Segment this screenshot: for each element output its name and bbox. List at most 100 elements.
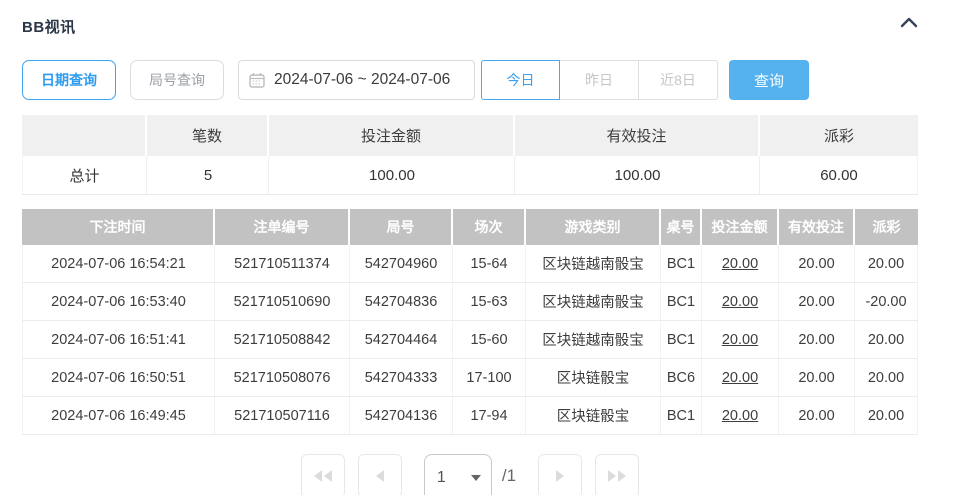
payout-cell: 20.00	[855, 359, 918, 396]
header-table-no: 桌号	[661, 209, 702, 245]
header-order-no: 注单编号	[215, 209, 350, 245]
date-range-value: 2024-07-06 ~ 2024-07-06	[274, 71, 450, 89]
bet-amount-link[interactable]: 20.00	[702, 359, 779, 396]
bet-amount-link[interactable]: 20.00	[702, 283, 779, 320]
order-no-cell: 521710510690	[215, 283, 350, 320]
today-button[interactable]: 今日	[481, 60, 560, 100]
valid-bet-cell: 20.00	[779, 283, 855, 320]
calendar-icon	[249, 72, 265, 88]
double-left-arrow-icon	[314, 470, 322, 482]
session-cell: 15-64	[453, 245, 526, 282]
summary-table: 笔数 投注金额 有效投注 派彩 总计 5 100.00 100.00 60.00	[22, 115, 918, 195]
table-row: 2024-07-06 16:51:41521710508842542704464…	[22, 321, 918, 359]
summary-count-value: 5	[147, 156, 269, 194]
right-arrow-icon	[556, 470, 564, 482]
session-cell: 17-94	[453, 397, 526, 434]
previous-page-button[interactable]	[358, 454, 402, 495]
date-range-input[interactable]: 2024-07-06 ~ 2024-07-06	[238, 60, 475, 100]
header-payout: 派彩	[855, 209, 918, 245]
header-round-no: 局号	[350, 209, 453, 245]
panel-header: BB视讯	[22, 16, 965, 36]
query-button[interactable]: 查询	[729, 60, 809, 100]
left-arrow-icon	[376, 470, 384, 482]
header-valid-bet: 有效投注	[779, 209, 855, 245]
payout-cell: 20.00	[855, 397, 918, 434]
game-type-cell: 区块链越南骰宝	[526, 321, 661, 358]
round-no-cell: 542704960	[350, 245, 453, 282]
bet-time-cell: 2024-07-06 16:49:45	[22, 397, 215, 434]
summary-header-payout: 派彩	[760, 115, 918, 156]
summary-valid-bet-value: 100.00	[515, 156, 760, 194]
double-right-arrow-icon	[608, 470, 616, 482]
header-session: 场次	[453, 209, 526, 245]
bet-records-table: 下注时间 注单编号 局号 场次 游戏类别 桌号 投注金额 有效投注 派彩 202…	[22, 209, 918, 435]
valid-bet-cell: 20.00	[779, 245, 855, 282]
session-cell: 15-63	[453, 283, 526, 320]
summary-total-label: 总计	[22, 156, 147, 194]
table-no-cell: BC1	[661, 397, 702, 434]
page-select-value: 1	[437, 469, 471, 487]
summary-header-blank	[22, 115, 147, 156]
bet-time-cell: 2024-07-06 16:51:41	[22, 321, 215, 358]
game-type-cell: 区块链越南骰宝	[526, 283, 661, 320]
session-cell: 17-100	[453, 359, 526, 396]
quick-range-group: 今日 昨日 近8日	[481, 60, 718, 100]
summary-payout-value: 60.00	[760, 156, 918, 194]
page-title: BB视讯	[22, 16, 76, 37]
game-type-cell: 区块链骰宝	[526, 397, 661, 434]
round-no-cell: 542704464	[350, 321, 453, 358]
bet-time-cell: 2024-07-06 16:53:40	[22, 283, 215, 320]
table-no-cell: BC1	[661, 321, 702, 358]
header-game-type: 游戏类别	[526, 209, 661, 245]
order-no-cell: 521710511374	[215, 245, 350, 282]
last-8-days-button[interactable]: 近8日	[639, 60, 718, 100]
bb-video-panel: BB视讯 日期查询 局号查询 2024-07-06 ~ 2024-07-06 今…	[0, 0, 965, 495]
table-row: 2024-07-06 16:49:45521710507116542704136…	[22, 397, 918, 435]
yesterday-button[interactable]: 昨日	[560, 60, 639, 100]
order-no-cell: 521710508842	[215, 321, 350, 358]
session-cell: 15-60	[453, 321, 526, 358]
bet-amount-link[interactable]: 20.00	[702, 397, 779, 434]
round-no-cell: 542704836	[350, 283, 453, 320]
round-no-cell: 542704333	[350, 359, 453, 396]
bet-time-cell: 2024-07-06 16:54:21	[22, 245, 215, 282]
summary-bet-amount-value: 100.00	[269, 156, 515, 194]
round-query-tab[interactable]: 局号查询	[130, 60, 224, 100]
order-no-cell: 521710508076	[215, 359, 350, 396]
pagination: 1 /1	[22, 454, 918, 495]
table-no-cell: BC6	[661, 359, 702, 396]
valid-bet-cell: 20.00	[779, 397, 855, 434]
date-query-tab[interactable]: 日期查询	[22, 60, 116, 100]
table-row: 2024-07-06 16:53:40521710510690542704836…	[22, 283, 918, 321]
chevron-down-icon	[471, 475, 481, 481]
records-body: 2024-07-06 16:54:21521710511374542704960…	[22, 245, 918, 435]
last-page-button[interactable]	[595, 454, 639, 495]
summary-total-row: 总计 5 100.00 100.00 60.00	[22, 156, 918, 195]
summary-header-valid-bet: 有效投注	[515, 115, 760, 156]
game-type-cell: 区块链越南骰宝	[526, 245, 661, 282]
header-bet-time: 下注时间	[22, 209, 215, 245]
first-page-button[interactable]	[301, 454, 345, 495]
filter-bar: 日期查询 局号查询 2024-07-06 ~ 2024-07-06 今日 昨日 …	[22, 60, 965, 100]
summary-header-row: 笔数 投注金额 有效投注 派彩	[22, 115, 918, 156]
next-page-button[interactable]	[538, 454, 582, 495]
bet-amount-link[interactable]: 20.00	[702, 321, 779, 358]
bet-time-cell: 2024-07-06 16:50:51	[22, 359, 215, 396]
collapse-chevron-up-icon[interactable]	[899, 14, 919, 32]
table-no-cell: BC1	[661, 283, 702, 320]
valid-bet-cell: 20.00	[779, 321, 855, 358]
payout-cell: 20.00	[855, 321, 918, 358]
valid-bet-cell: 20.00	[779, 359, 855, 396]
summary-header-bet-amount: 投注金额	[269, 115, 515, 156]
round-no-cell: 542704136	[350, 397, 453, 434]
table-no-cell: BC1	[661, 245, 702, 282]
header-bet-amount: 投注金额	[702, 209, 779, 245]
payout-cell: -20.00	[855, 283, 918, 320]
table-row: 2024-07-06 16:50:51521710508076542704333…	[22, 359, 918, 397]
total-pages-label: /1	[502, 454, 516, 495]
summary-header-count: 笔数	[147, 115, 269, 156]
game-type-cell: 区块链骰宝	[526, 359, 661, 396]
table-row: 2024-07-06 16:54:21521710511374542704960…	[22, 245, 918, 283]
page-select[interactable]: 1	[424, 454, 492, 495]
bet-amount-link[interactable]: 20.00	[702, 245, 779, 282]
